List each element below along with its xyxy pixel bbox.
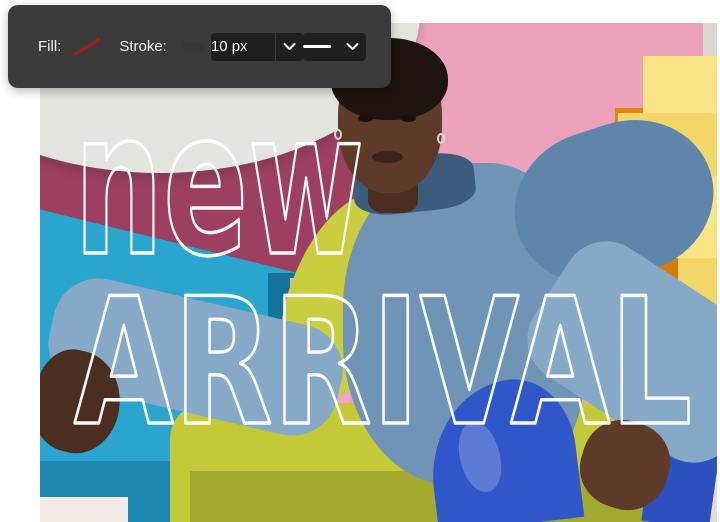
stroke-width-value: 10 px: [210, 38, 248, 55]
properties-toolbar: Fill: Stroke: 10 px: [8, 5, 391, 88]
photo-floor-left: [40, 497, 128, 522]
stroke-width-dropdown-arrow: [274, 32, 303, 61]
headline-text-arrival[interactable]: ARRIVAL: [72, 285, 702, 435]
photo-model-lips: [372, 151, 403, 163]
stroke-label: Stroke:: [119, 38, 167, 55]
fill-label: Fill:: [38, 38, 62, 55]
stroke-color-icon: [182, 42, 203, 51]
photo-yellow-step-1: [643, 56, 717, 113]
fill-swatch-button[interactable]: [69, 34, 105, 60]
solid-line-icon: [302, 45, 331, 48]
headline-text-new[interactable]: new: [72, 113, 372, 263]
photo-model-right-eye: [401, 115, 416, 122]
stroke-style-dropdown-arrow: [339, 33, 366, 61]
headline-text-arrival-glyphs: ARRIVAL: [74, 285, 692, 435]
headline-text-new-glyphs: new: [74, 113, 364, 263]
stroke-swatch-button[interactable]: [175, 34, 211, 60]
stroke-style-select[interactable]: [302, 32, 366, 61]
chevron-down-icon: [283, 42, 296, 50]
no-fill-icon: [73, 37, 102, 56]
photo-earring-right: [437, 133, 445, 144]
artboard-photo[interactable]: new ARRIVAL: [40, 23, 717, 522]
screenshot-page: new ARRIVAL Fill: Stroke: 10 px: [0, 0, 720, 522]
stroke-width-select[interactable]: 10 px: [210, 32, 303, 61]
chevron-down-icon: [346, 42, 359, 50]
